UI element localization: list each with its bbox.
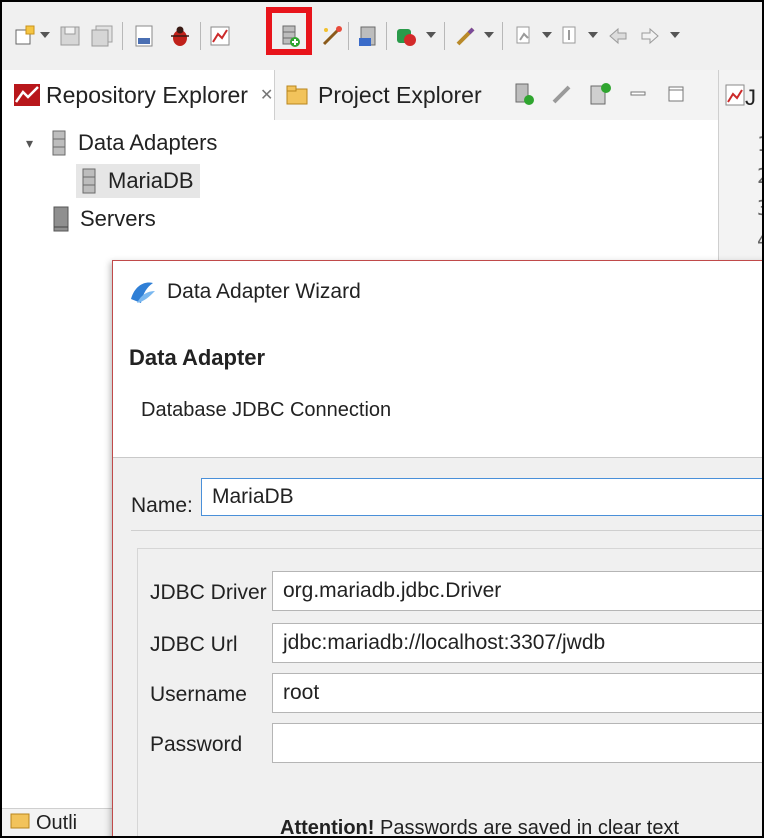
tab-repository-explorer[interactable]: Repository Explorer ✕ [2, 70, 275, 120]
data-adapter-wizard-dialog: Data Adapter Wizard Data Adapter Databas… [112, 260, 762, 838]
dialog-title: Data Adapter Wizard [167, 280, 361, 303]
project-explorer-icon [286, 84, 312, 106]
tree-item-label: MariaDB [108, 168, 194, 193]
warning-text: Passwords are saved in clear text [374, 817, 680, 838]
toolbar-separator [444, 22, 445, 50]
tree-item-label: Servers [80, 206, 156, 231]
repository-explorer-icon [14, 84, 40, 106]
username-field[interactable]: root [272, 673, 762, 713]
jdbc-url-label: JDBC Url [150, 633, 238, 656]
outline-icon [10, 811, 30, 835]
main-toolbar [2, 2, 762, 70]
report-icon[interactable] [208, 24, 232, 48]
toolbar-separator [502, 22, 503, 50]
wizard-form: Name: MariaDB JDBC Driver org.mariadb.jd… [113, 457, 762, 838]
tree-item-servers[interactable]: Servers [50, 202, 156, 236]
jdbc-driver-field[interactable]: org.mariadb.jdbc.Driver [272, 571, 762, 611]
new-dropdown-arrow[interactable] [40, 32, 50, 38]
run-icon[interactable] [394, 24, 418, 48]
new-icon[interactable] [12, 24, 36, 48]
run-dropdown-arrow[interactable] [426, 32, 436, 38]
jdbc-url-field[interactable]: jdbc:mariadb://localhost:3307/jwdb [272, 623, 762, 663]
wizard-page-heading: Data Adapter [129, 345, 266, 370]
password-label: Password [150, 733, 243, 756]
step-over-icon[interactable] [558, 24, 582, 48]
step-icon[interactable] [512, 24, 536, 48]
dialog-title-bar: Data Adapter Wizard [127, 277, 361, 307]
jdbc-settings-group: JDBC Driver org.mariadb.jdbc.Driver JDBC… [137, 548, 762, 838]
pen-icon[interactable] [550, 82, 574, 106]
line-number: 4 [757, 224, 762, 256]
editor-tab-label: J [745, 85, 756, 110]
warning-emphasis: Attention! [280, 817, 375, 838]
back-icon[interactable] [606, 24, 630, 48]
maximize-icon[interactable] [664, 82, 688, 106]
toolbar-separator [122, 22, 123, 50]
wizard-icon[interactable] [320, 24, 344, 48]
step-over-dropdown-arrow[interactable] [588, 32, 598, 38]
close-icon[interactable]: ✕ [260, 85, 273, 105]
highlight-box [266, 7, 312, 55]
tab-label: Repository Explorer [46, 81, 248, 108]
save-icon[interactable] [58, 24, 82, 48]
line-number: 1 [757, 128, 762, 160]
compile-icon[interactable] [132, 24, 156, 48]
tab-project-explorer[interactable]: Project Explorer [286, 70, 482, 120]
eclipse-window: Repository Explorer ✕ Project Explorer ▾… [0, 0, 764, 838]
toolbar-separator [200, 22, 201, 50]
forward-icon[interactable] [638, 24, 662, 48]
line-numbers: 1 2 3 4 [757, 128, 762, 256]
tab-label: Project Explorer [318, 81, 482, 108]
outline-view-tab[interactable]: Outli [2, 808, 112, 836]
step-dropdown-arrow[interactable] [542, 32, 552, 38]
history-dropdown-arrow[interactable] [670, 32, 680, 38]
password-warning: Attention! Passwords are saved in clear … [280, 817, 680, 838]
add-data-adapter-icon[interactable] [512, 82, 536, 106]
line-number: 3 [757, 192, 762, 224]
jaspersoft-logo-icon [127, 277, 157, 307]
pen-dropdown-arrow[interactable] [484, 32, 494, 38]
database-icon [48, 130, 70, 156]
tree-item-data-adapters[interactable]: ▾ Data Adapters [26, 126, 217, 160]
jdbc-driver-label: JDBC Driver [150, 581, 267, 604]
wizard-page-description: Database JDBC Connection [141, 399, 392, 421]
separator [131, 530, 762, 531]
report-file-icon [725, 84, 745, 112]
chevron-down-icon[interactable]: ▾ [26, 135, 40, 152]
pen-icon[interactable] [454, 24, 478, 48]
name-label: Name: [131, 494, 193, 517]
minimize-icon[interactable] [626, 82, 650, 106]
view-actions [512, 82, 688, 106]
tree-item-mariadb[interactable]: MariaDB [76, 164, 200, 198]
line-number: 2 [757, 160, 762, 192]
tree-item-label: Data Adapters [78, 130, 218, 155]
username-label: Username [150, 683, 247, 706]
name-field[interactable]: MariaDB [201, 478, 762, 516]
save-all-icon[interactable] [90, 24, 114, 48]
server-icon [50, 206, 72, 232]
editor-tab[interactable]: J [725, 84, 756, 112]
database-icon [78, 168, 100, 194]
export-icon[interactable] [356, 24, 380, 48]
view-tab-bar: Repository Explorer ✕ Project Explorer [2, 70, 718, 121]
bug-icon[interactable] [168, 24, 192, 48]
add-server-icon[interactable] [588, 82, 612, 106]
toolbar-separator [386, 22, 387, 50]
password-field[interactable] [272, 723, 762, 763]
outline-label: Outli [36, 811, 78, 834]
toolbar-separator [348, 22, 349, 50]
